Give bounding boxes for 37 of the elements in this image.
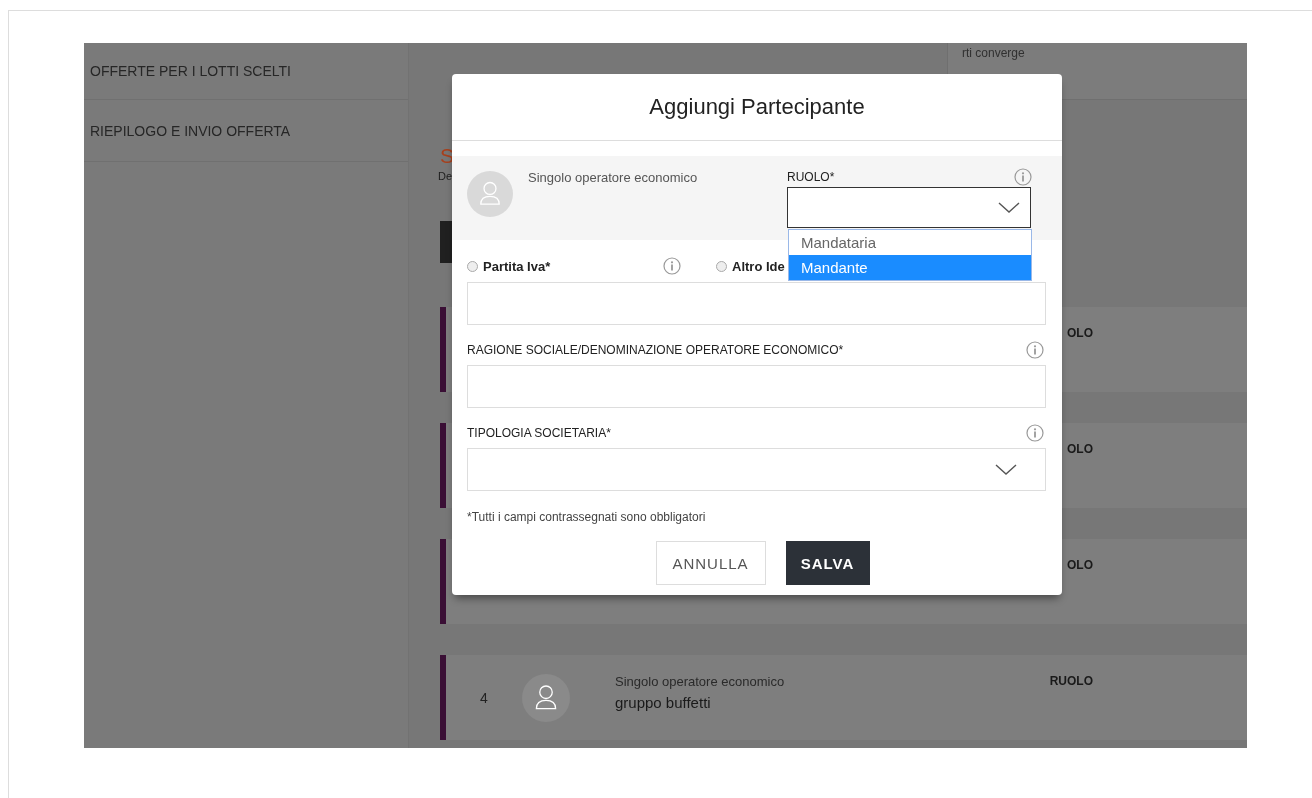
info-icon (1026, 424, 1044, 442)
radio-button[interactable] (716, 260, 727, 272)
info-icon (1026, 341, 1044, 359)
participant-type: Singolo operatore economico (615, 674, 786, 689)
radio-button[interactable] (467, 260, 478, 272)
radio-label: Altro Ide (732, 258, 785, 274)
role-select[interactable] (787, 187, 1031, 228)
chevron-down-icon (995, 463, 1017, 476)
section-description: De (438, 170, 453, 182)
role-label: RUOLO (1049, 674, 1093, 688)
participant-name: gruppo buffetti (615, 694, 712, 711)
row-number: 4 (480, 689, 488, 706)
select-field[interactable] (467, 448, 1046, 491)
info-icon (1014, 168, 1032, 186)
radio-label: Partita Iva* (483, 258, 551, 274)
dropdown-option[interactable]: Mandataria (789, 230, 1031, 255)
role-label: OLO (1067, 326, 1093, 340)
field-label: RUOLO* (787, 170, 835, 184)
role-label: OLO (1067, 558, 1093, 572)
user-avatar-icon (467, 171, 513, 217)
input-field[interactable] (467, 282, 1046, 325)
save-button[interactable]: SALVA (785, 541, 870, 585)
sidebar-item[interactable]: RIEPILOGO E INVIO OFFERTA (90, 122, 291, 139)
participant-type: Singolo operatore economico (528, 170, 699, 187)
field-label: TIPOLOGIA SOCIETARIA* (467, 426, 611, 440)
sidebar-item[interactable]: OFFERTE PER I LOTTI SCELTI (90, 63, 291, 79)
required-note: *Tutti i campi contrassegnati sono obbligatori (467, 510, 707, 524)
input-field[interactable] (467, 365, 1046, 408)
dialog-title: Aggiungi Partecipante (452, 74, 1062, 141)
dropdown-option[interactable]: Mandante (789, 255, 1031, 280)
field-label: RAGIONE SOCIALE/DENOMINAZIONE OPERATORE ECONOMICO* (467, 343, 844, 357)
user-avatar-icon (522, 673, 570, 722)
cancel-button[interactable]: ANNULLA (655, 541, 766, 585)
panel-text: rti converge (962, 46, 1025, 60)
role-label: OLO (1067, 442, 1093, 456)
chevron-down-icon (998, 201, 1020, 214)
info-icon (663, 257, 681, 275)
